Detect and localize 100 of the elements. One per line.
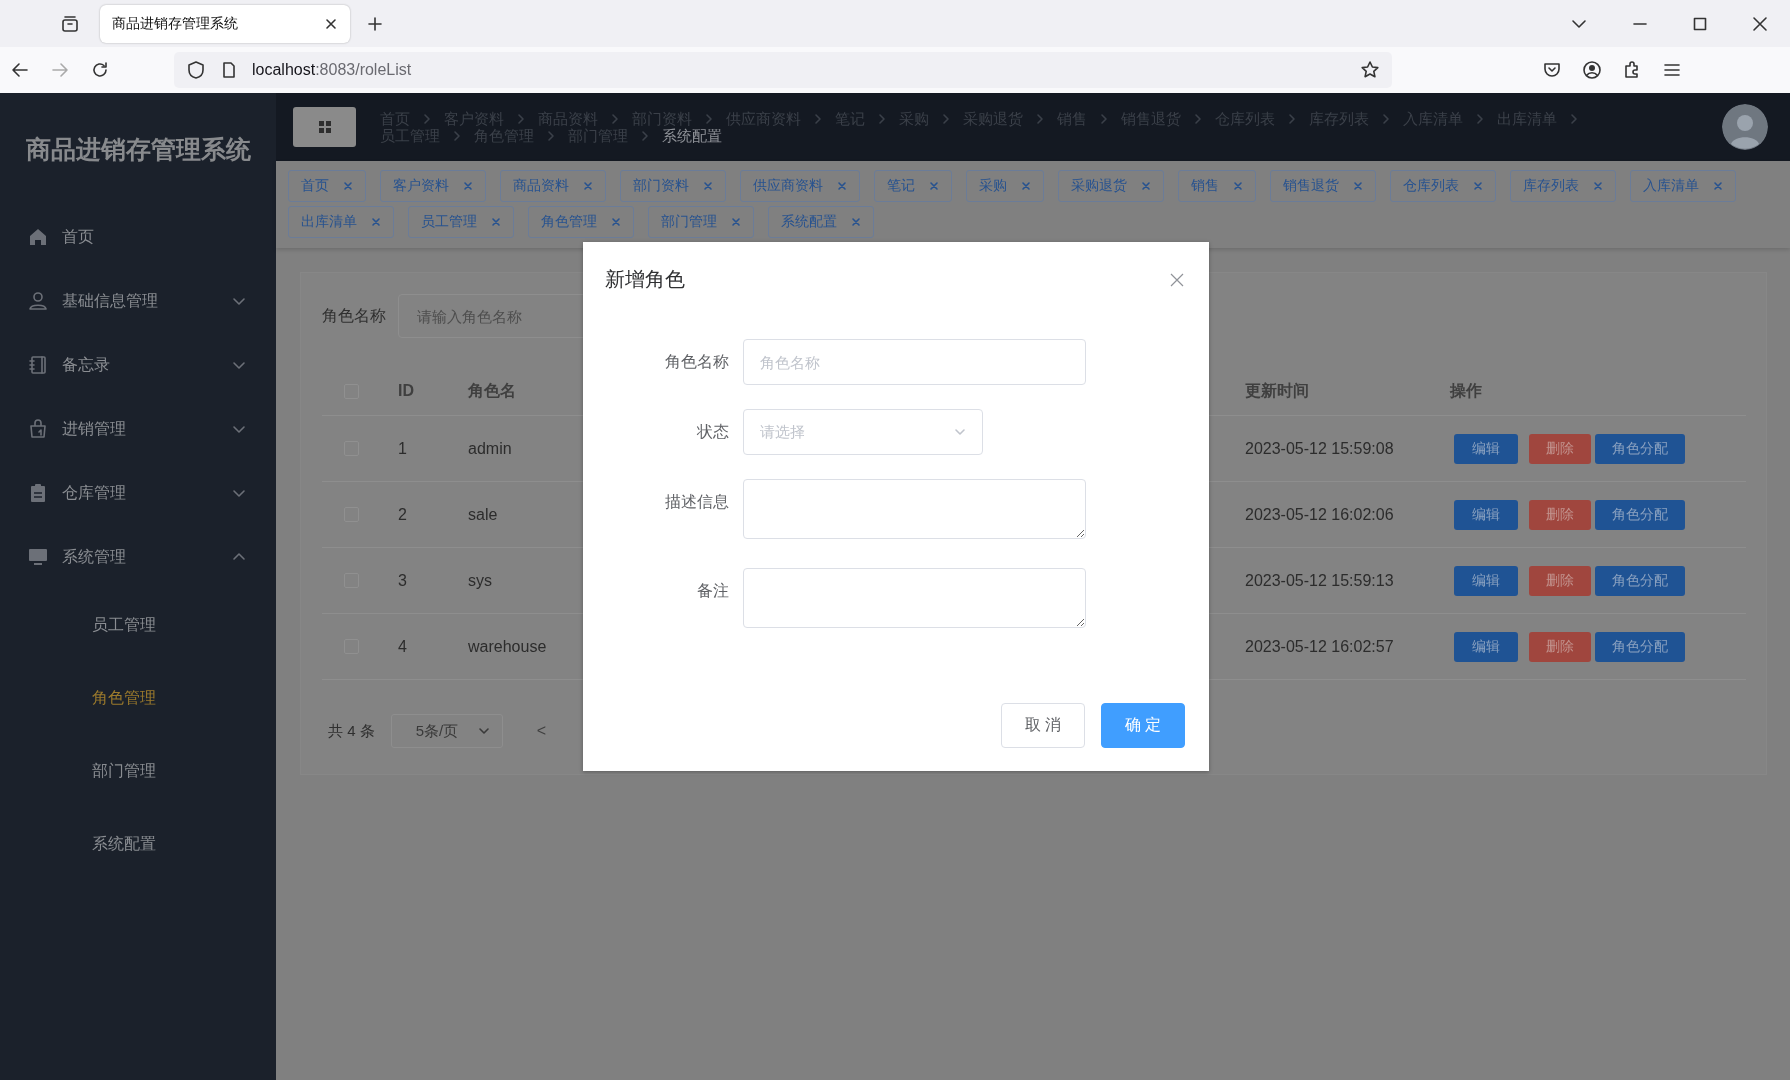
address-bar[interactable]: localhost:8083/roleList [174,52,1392,88]
shield-icon [186,60,206,80]
search-label: 角色名称 [322,305,386,326]
page-tab[interactable]: 出库清单 [288,206,394,238]
sidebar-menu-item[interactable]: 进销管理 [0,397,276,461]
table-cell: 2023-05-12 16:02:57 [1245,637,1394,656]
close-icon[interactable] [324,16,338,31]
page-tab[interactable]: 笔记 [874,170,952,202]
sidebar-menu-item[interactable]: 仓库管理 [0,461,276,525]
previous-page-button[interactable]: < [536,722,547,740]
sidebar-menu-item[interactable]: 备忘录 [0,333,276,397]
chevron-right-icon [1099,112,1109,125]
chevron-right-icon [610,112,620,125]
field-label: 描述信息 [664,492,730,512]
field-label: 角色名称 [664,352,730,372]
page-tab[interactable]: 库存列表 [1510,170,1616,202]
chevron-right-icon [452,129,462,142]
field-label: 状态 [696,422,730,442]
app-title: 商品进销存管理系统 [24,133,252,165]
input-field[interactable]: 角色名称 [743,339,1086,385]
chevron-right-icon [704,112,714,125]
edit-button[interactable]: 编辑 [1454,433,1518,464]
cancel-button[interactable]: 取 消 [1001,703,1085,748]
chevron-right-icon [1035,112,1045,125]
close-icon[interactable] [1752,15,1768,32]
sidebar-submenu-item[interactable]: 员工管理 [0,589,276,662]
confirm-button[interactable]: 确 定 [1101,703,1185,748]
back-arrow-icon[interactable] [10,60,30,80]
delete-button[interactable]: 删除 [1529,631,1591,662]
page-tab[interactable]: 商品资料 [500,170,606,202]
page-tab[interactable]: 部门资料 [620,170,726,202]
star-icon[interactable] [1360,60,1380,80]
chevron-right-icon [1381,112,1391,125]
delete-button[interactable]: 删除 [1529,565,1591,596]
page-tab[interactable]: 首页 [288,170,366,202]
column-header: ID [398,382,414,400]
grid-icon[interactable] [317,120,332,134]
page-tab[interactable]: 销售退货 [1270,170,1376,202]
page-tab[interactable]: 仓库列表 [1390,170,1496,202]
account-icon[interactable] [1582,60,1602,80]
pocket-icon[interactable] [1542,60,1562,80]
chevron-right-icon [422,112,432,125]
chevron-right-icon [877,112,887,125]
select-field[interactable]: 请选择 [743,409,983,455]
notebook-icon [28,355,48,375]
page-tab[interactable]: 供应商资料 [740,170,860,202]
delete-button[interactable]: 删除 [1529,433,1591,464]
table-cell: 4 [398,637,407,656]
table-cell: 2 [398,505,407,524]
maximize-icon[interactable] [1692,15,1708,32]
column-header: 更新时间 [1245,380,1309,401]
browser-tab[interactable]: 商品进销存管理系统 [100,4,350,43]
sidebar-submenu-item[interactable]: 系统配置 [0,808,276,881]
assign-role-button[interactable]: 角色分配 [1595,433,1685,464]
text-area[interactable] [743,479,1086,539]
page-tab[interactable]: 客户资料 [380,170,486,202]
forward-arrow-icon[interactable] [50,60,70,80]
sidebar-menu-item[interactable]: 系统管理 [0,525,276,589]
sidebar-menu-item[interactable]: 首页 [0,205,276,269]
chevron-right-icon [1569,112,1579,125]
page-tab[interactable]: 员工管理 [408,206,514,238]
page-tab[interactable]: 采购 [966,170,1044,202]
edit-button[interactable]: 编辑 [1454,631,1518,662]
text-area[interactable] [743,568,1086,628]
table-cell: 2023-05-12 15:59:08 [1245,439,1394,458]
edit-button[interactable]: 编辑 [1454,565,1518,596]
shopping-bag-icon [28,419,48,439]
edit-button[interactable]: 编辑 [1454,499,1518,530]
page-tab[interactable]: 采购退货 [1058,170,1164,202]
chevron-right-icon [1475,112,1485,125]
assign-role-button[interactable]: 角色分配 [1595,565,1685,596]
table-cell: sale [468,505,498,524]
home-icon [28,227,48,247]
assign-role-button[interactable]: 角色分配 [1595,499,1685,530]
url-text: localhost:8083/roleList [252,61,412,79]
new-tab-icon[interactable] [366,14,384,33]
page-tab[interactable]: 销售 [1178,170,1256,202]
tab-title: 商品进销存管理系统 [112,14,239,33]
page-tab[interactable]: 入库清单 [1630,170,1736,202]
chevron-right-icon [546,129,556,142]
menu-toggle-button[interactable] [293,107,356,147]
page-tab[interactable]: 系统配置 [768,206,874,238]
assign-role-button[interactable]: 角色分配 [1595,631,1685,662]
tab-list-icon[interactable] [60,13,80,34]
sidebar-submenu-item[interactable]: 角色管理 [0,662,276,735]
sidebar-submenu-item[interactable]: 部门管理 [0,735,276,808]
table-cell: 1 [398,439,407,458]
reload-icon[interactable] [90,60,110,80]
avatar-icon[interactable] [1722,104,1768,150]
page-tab[interactable]: 角色管理 [528,206,634,238]
sidebar-menu-item[interactable]: 基础信息管理 [0,269,276,333]
table-cell: warehouse [468,637,547,656]
table-cell: 3 [398,571,407,590]
field-label: 备注 [696,581,730,601]
page-size-select[interactable]: 5条/页 [390,714,503,748]
delete-button[interactable]: 删除 [1529,499,1591,530]
chevron-right-icon [1193,112,1203,125]
page-tab[interactable]: 部门管理 [648,206,754,238]
page-icon [220,61,238,79]
chevron-right-icon [640,129,650,142]
